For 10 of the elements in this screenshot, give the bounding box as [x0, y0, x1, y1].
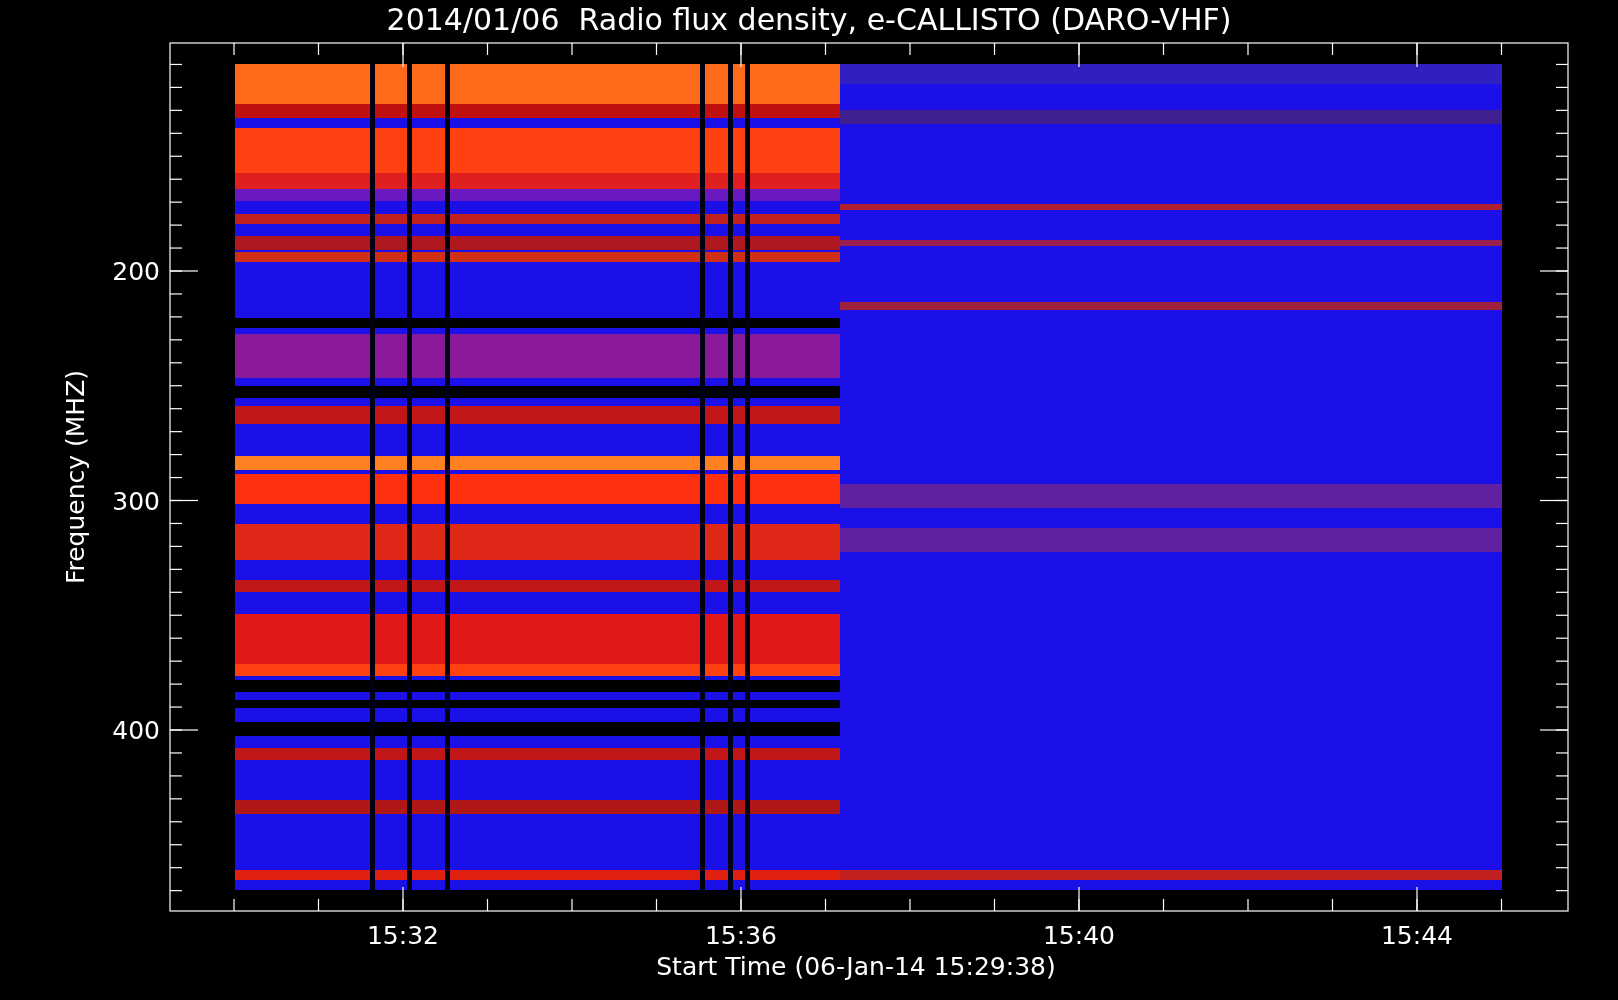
- y-axis-label: Frequency (MHZ): [61, 369, 90, 585]
- y-tick-label: 300: [112, 486, 160, 516]
- x-tick-label: 15:44: [1381, 921, 1453, 950]
- x-axis-label: Start Time (06-Jan-14 15:29:38): [656, 952, 1056, 981]
- y-tick-label: 400: [112, 716, 160, 745]
- x-tick-label: 15:36: [705, 921, 777, 950]
- x-tick-label: 15:40: [1043, 921, 1115, 950]
- x-tick-label: 15:32: [367, 921, 439, 950]
- chart-title: 2014/01/06 Radio flux density, e-CALLISTO (DARO-VHF): [386, 2, 1232, 37]
- y-tick-label: 200: [112, 257, 160, 286]
